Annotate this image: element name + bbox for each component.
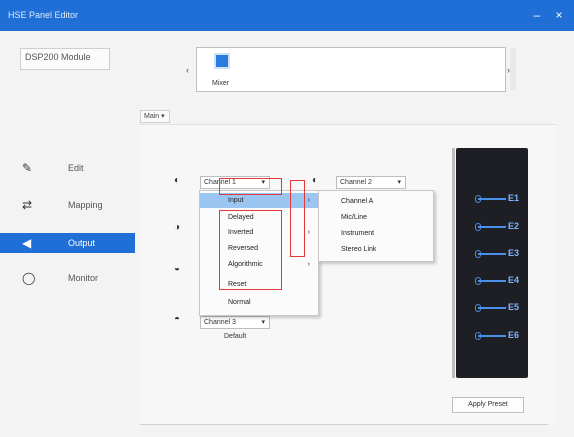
sidebar-item-label: Output [68, 238, 96, 248]
submenu-item[interactable]: Channel A [319, 194, 433, 209]
scroll-right-arrow-icon[interactable]: › [507, 65, 510, 75]
row-1b-icon: ◐ [312, 175, 319, 186]
menu-item-label: Input [228, 197, 244, 204]
swap-icon: ⇄ [22, 198, 33, 212]
port-label: E5 [508, 302, 520, 312]
sidebar-item-monitor[interactable]: ◯ Monitor [0, 268, 135, 288]
submenu-item[interactable]: Stereo Link [319, 242, 433, 257]
device-selector[interactable]: DSP200 Module [20, 48, 110, 70]
chevron-down-icon: ▾ [261, 319, 265, 326]
submenu-item[interactable]: Mic/Line [319, 210, 433, 225]
row-2-icon: ◑ [174, 222, 181, 233]
close-button[interactable]: × [548, 5, 570, 25]
minimize-button[interactable]: – [526, 5, 548, 25]
cable-line [478, 307, 506, 309]
chevron-down-icon: ▾ [397, 179, 401, 186]
port-label: E3 [508, 248, 520, 258]
title-bar: HSE Panel Editor – × [0, 0, 574, 31]
panel-edge [452, 148, 455, 378]
pencil-icon: ✎ [22, 161, 33, 175]
file-icon[interactable] [214, 53, 230, 69]
submenu: Channel A Mic/Line Instrument Stereo Lin… [318, 190, 434, 262]
sidebar-item-label: Mapping [68, 200, 103, 210]
apply-preset-button[interactable]: Apply Preset [452, 397, 524, 413]
annotation-box [219, 178, 282, 195]
menu-item-label: Normal [228, 299, 251, 306]
submenu-arrow-icon: › [307, 261, 310, 268]
port-label: E1 [508, 193, 520, 203]
file-strip-scrollbar[interactable] [510, 48, 516, 90]
sidebar-item-output[interactable]: ◀ Output [0, 233, 135, 253]
cable-line [478, 226, 506, 228]
port-label: E4 [508, 275, 520, 285]
device-name: DSP200 Module [25, 52, 91, 62]
speaker-icon: ◀ [22, 236, 32, 250]
cable-line [478, 198, 506, 200]
cable-line [478, 253, 506, 255]
dropdown-value: Channel 2 [340, 179, 372, 186]
tab-main[interactable]: Main ▾ [140, 110, 170, 123]
dropdown-value: Channel 3 [204, 319, 236, 326]
sidebar-item-mapping[interactable]: ⇄ Mapping [0, 195, 135, 215]
output-port-panel: E1 E2 E3 E4 E5 E6 [456, 148, 528, 378]
annotation-box [219, 210, 282, 290]
submenu-item[interactable]: Instrument [319, 226, 433, 241]
port-label: E6 [508, 330, 520, 340]
submenu-arrow-icon: › [307, 197, 310, 204]
row-3-icon: ◒ [174, 263, 181, 274]
row-1-icon: ◐ [174, 175, 181, 186]
default-label: Default [224, 333, 247, 340]
divider [140, 424, 548, 425]
file-strip: Mixer [196, 47, 506, 92]
cable-line [478, 280, 506, 282]
channel-dropdown-3[interactable]: Channel 3 ▾ [200, 316, 270, 329]
sidebar-item-label: Edit [68, 163, 84, 173]
scroll-left-arrow-icon[interactable]: ‹ [186, 65, 189, 75]
port-label: E2 [508, 221, 520, 231]
submenu-arrow-icon: › [307, 229, 310, 236]
annotation-box [290, 180, 305, 257]
sidebar-item-label: Monitor [68, 273, 99, 283]
sidebar-item-edit[interactable]: ✎ Edit [0, 158, 135, 178]
file-label: Mixer [212, 80, 230, 87]
row-4-icon: ◓ [174, 314, 181, 325]
circle-icon: ◯ [22, 271, 36, 285]
menu-item-normal[interactable]: Normal [200, 295, 318, 310]
cable-line [478, 335, 506, 337]
channel-dropdown-2[interactable]: Channel 2 ▾ [336, 176, 406, 189]
window-title: HSE Panel Editor [8, 10, 79, 20]
